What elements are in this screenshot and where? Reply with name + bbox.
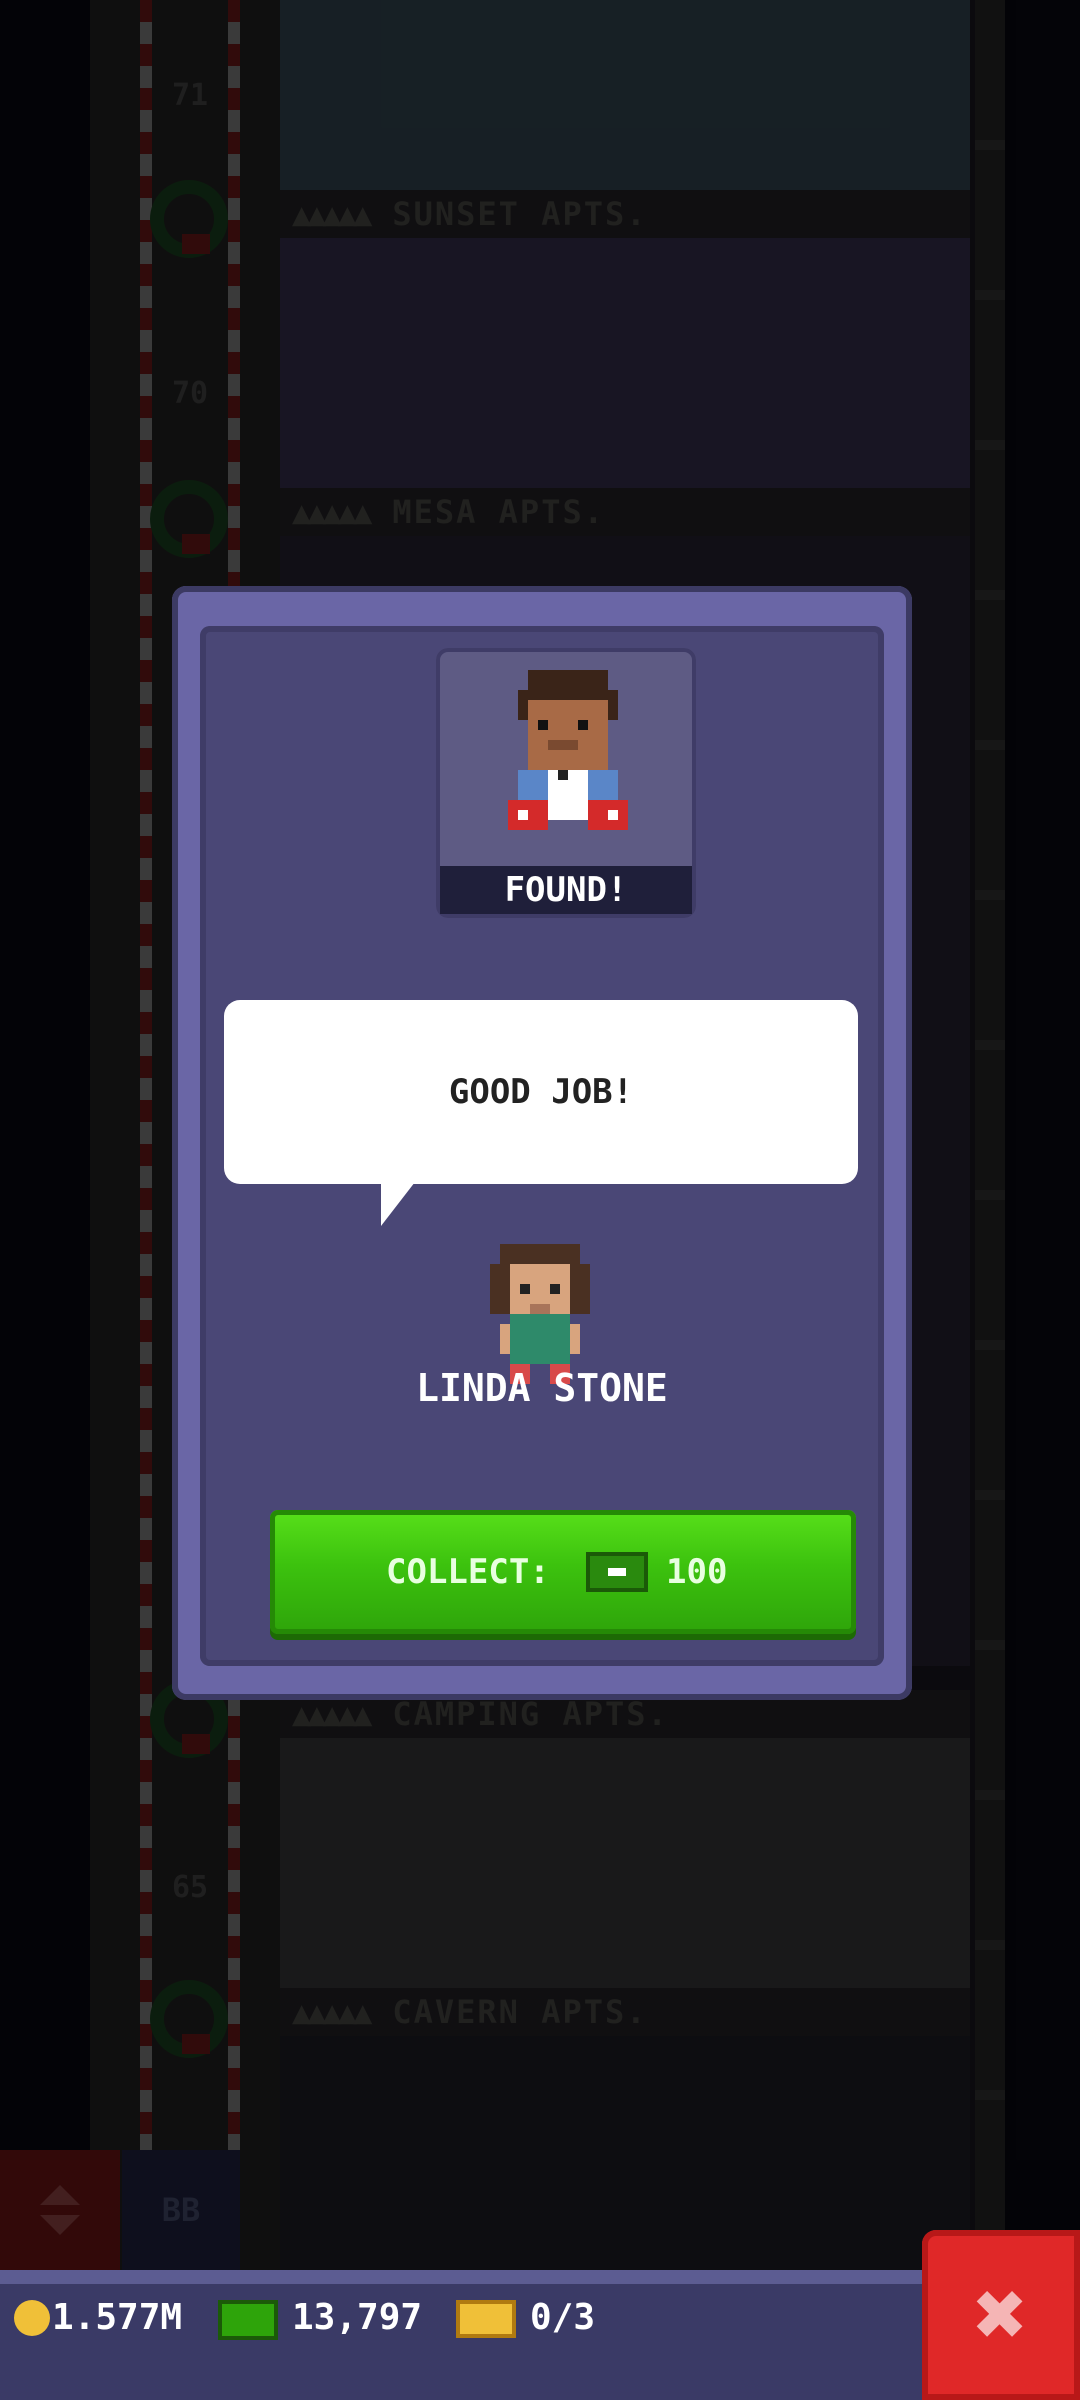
golden-ticket-icon	[456, 2300, 516, 2338]
speech-text: GOOD JOB!	[448, 1072, 634, 1112]
found-portrait: FOUND!	[436, 648, 696, 918]
collect-button[interactable]: COLLECT: 100	[270, 1510, 856, 1634]
coin-count: 1.577M	[52, 2297, 183, 2338]
bottom-bar-stripe	[0, 2270, 1080, 2284]
tower-bux-icon	[218, 2300, 278, 2340]
found-bitizen-sprite	[508, 670, 628, 830]
ticket-count: 0/3	[530, 2297, 596, 2338]
found-dialog: FOUND! GOOD JOB! LINDA STONE COLLECT: 10…	[172, 586, 912, 1700]
character-name: LINDA STONE	[416, 1366, 668, 1410]
collect-amount: 100	[666, 1552, 728, 1592]
close-button[interactable]: ✖	[922, 2230, 1080, 2400]
bux-count: 13,797	[292, 2297, 423, 2338]
coin-icon	[14, 2300, 50, 2336]
close-icon: ✖	[973, 2262, 1029, 2367]
collect-label: COLLECT:	[386, 1552, 550, 1592]
found-label: FOUND!	[440, 866, 692, 914]
speech-bubble: GOOD JOB!	[224, 1000, 858, 1184]
tower-bux-icon	[586, 1552, 648, 1592]
speech-bubble-tail	[381, 1182, 415, 1226]
linda-stone-sprite	[490, 1244, 590, 1384]
dialog-panel: FOUND! GOOD JOB! LINDA STONE COLLECT: 10…	[200, 626, 884, 1666]
